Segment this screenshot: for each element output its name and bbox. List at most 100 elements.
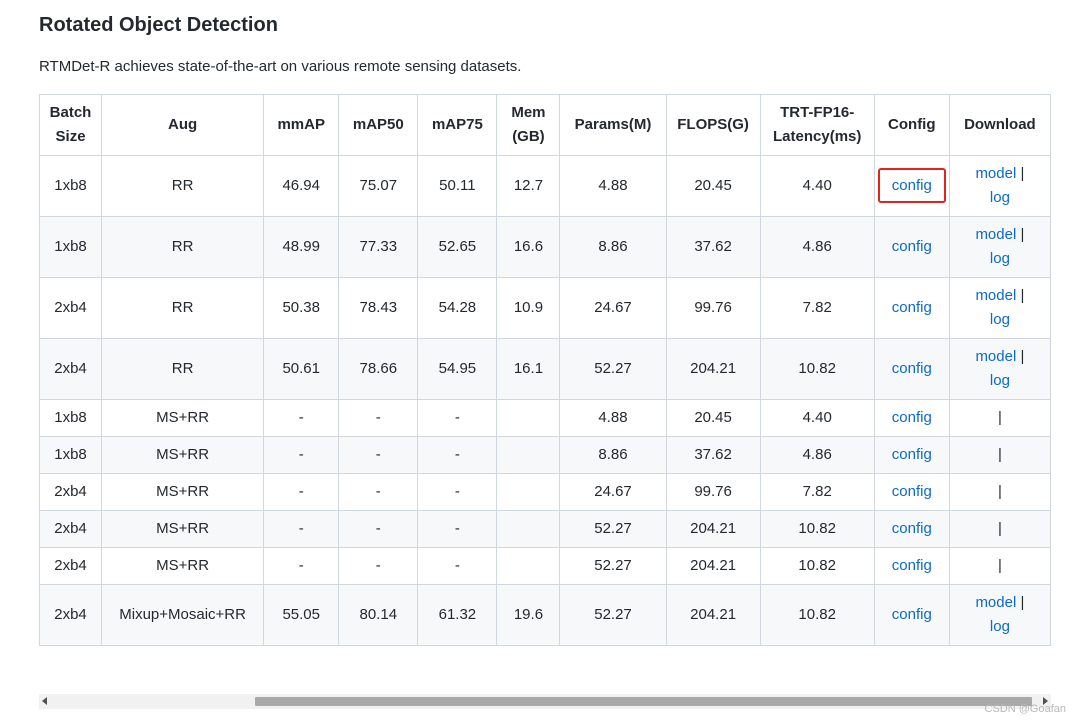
cell-download: |	[948, 510, 1051, 548]
header-aug: Aug	[101, 94, 265, 156]
cell-config: config	[873, 216, 950, 278]
header-params: Params(M)	[559, 94, 667, 156]
cell-map50: -	[338, 510, 419, 548]
cell-flops: 204.21	[665, 547, 761, 585]
cell-latency: 4.86	[759, 216, 875, 278]
download-separator: |	[1020, 226, 1025, 243]
cell-mem	[496, 510, 561, 548]
cell-mmap: -	[263, 547, 340, 585]
cell-aug: MS+RR	[101, 436, 265, 474]
download-separator: |	[997, 520, 1002, 537]
download-separator: |	[1020, 165, 1025, 182]
config-link[interactable]: config	[892, 483, 932, 500]
cell-download: model | log	[948, 277, 1051, 339]
cell-map50: 80.14	[338, 584, 419, 646]
log-link[interactable]: log	[990, 372, 1010, 389]
table-row: 1xb8 MS+RR - - -4.88 20.45 4.40 config |	[39, 399, 1051, 437]
cell-map50: -	[338, 436, 419, 474]
cell-flops: 204.21	[665, 338, 761, 400]
cell-map50: 77.33	[338, 216, 419, 278]
cell-batch: 2xb4	[39, 473, 103, 511]
cell-flops: 20.45	[665, 399, 761, 437]
cell-download: model | log	[948, 155, 1051, 217]
header-label: FLOPS(G)	[677, 116, 749, 133]
cell-mem	[496, 399, 561, 437]
cell-batch: 2xb4	[39, 510, 103, 548]
header-map50: mAP50	[338, 94, 419, 156]
cell-aug: MS+RR	[101, 510, 265, 548]
cell-mem	[496, 436, 561, 474]
cell-latency: 10.82	[759, 510, 875, 548]
config-link[interactable]: config	[892, 409, 932, 426]
config-link[interactable]: config	[892, 360, 932, 377]
cell-params: 52.27	[559, 338, 667, 400]
cell-map75: -	[417, 399, 498, 437]
cell-mmap: -	[263, 436, 340, 474]
cell-download: model | log	[948, 338, 1051, 400]
log-link[interactable]: log	[990, 189, 1010, 206]
header-mem: Mem (GB)	[496, 94, 561, 156]
model-link[interactable]: model	[975, 165, 1016, 182]
header-label: Download	[964, 116, 1036, 133]
config-link[interactable]: config	[892, 299, 932, 316]
cell-config: config	[873, 155, 950, 217]
config-link[interactable]: config	[892, 177, 932, 194]
cell-flops: 204.21	[665, 510, 761, 548]
log-link[interactable]: log	[990, 311, 1010, 328]
cell-flops: 204.21	[665, 584, 761, 646]
cell-map50: -	[338, 547, 419, 585]
table-row: 2xb4 Mixup+Mosaic+RR 55.05 80.14 61.32 19.6 52…	[39, 584, 1051, 646]
header-flops: FLOPS(G)	[665, 94, 761, 156]
cell-params: 4.88	[559, 155, 667, 217]
table-row: 2xb4 RR 50.38 78.43 54.28 10.9 24.67 99.76 7.82 c…	[39, 277, 1051, 339]
cell-map50: 75.07	[338, 155, 419, 217]
config-link[interactable]: config	[892, 520, 932, 537]
cell-aug: MS+RR	[101, 547, 265, 585]
cell-mem	[496, 473, 561, 511]
header-label: mmAP	[277, 116, 325, 133]
header-mmap: mmAP	[263, 94, 340, 156]
cell-config: config	[873, 473, 950, 511]
cell-batch: 1xb8	[39, 216, 103, 278]
model-link[interactable]: model	[975, 287, 1016, 304]
scrollbar-thumb[interactable]	[255, 697, 1032, 706]
cell-latency: 4.40	[759, 399, 875, 437]
model-link[interactable]: model	[975, 226, 1016, 243]
cell-mmap: 46.94	[263, 155, 340, 217]
header-label: TRT-FP16-	[780, 104, 855, 121]
cell-latency: 4.40	[759, 155, 875, 217]
cell-latency: 10.82	[759, 338, 875, 400]
scroll-left-arrow-icon[interactable]	[42, 697, 47, 705]
header-latency: TRT-FP16- Latency(ms)	[759, 94, 875, 156]
cell-map75: 54.95	[417, 338, 498, 400]
cell-aug: RR	[101, 338, 265, 400]
cell-map75: 54.28	[417, 277, 498, 339]
results-table-container[interactable]: Batch Size Aug mmAP mAP50 mAP75 Mem (GB) Params(…	[39, 94, 1051, 694]
cell-download: |	[948, 436, 1051, 474]
config-link[interactable]: config	[892, 557, 932, 574]
cell-download: |	[948, 547, 1051, 585]
cell-mmap: 50.61	[263, 338, 340, 400]
cell-batch: 2xb4	[39, 547, 103, 585]
log-link[interactable]: log	[990, 618, 1010, 635]
results-table: Batch Size Aug mmAP mAP50 mAP75 Mem (GB) Params(…	[39, 94, 1051, 646]
cell-batch: 2xb4	[39, 338, 103, 400]
download-separator: |	[1020, 594, 1025, 611]
model-link[interactable]: model	[975, 348, 1016, 365]
config-link[interactable]: config	[892, 238, 932, 255]
config-link[interactable]: config	[892, 606, 932, 623]
cell-map50: 78.66	[338, 338, 419, 400]
horizontal-scrollbar[interactable]	[39, 694, 1051, 709]
log-link[interactable]: log	[990, 250, 1010, 267]
header-row: Batch Size Aug mmAP mAP50 mAP75 Mem (GB) Params(…	[39, 94, 1051, 156]
cell-aug: MS+RR	[101, 473, 265, 511]
cell-map75: -	[417, 436, 498, 474]
config-link[interactable]: config	[892, 446, 932, 463]
header-label: Config	[888, 116, 936, 133]
cell-flops: 99.76	[665, 277, 761, 339]
header-config: Config	[873, 94, 950, 156]
table-body: 1xb8 RR 46.94 75.07 50.11 12.7 4.88 20.45 4.40 co…	[39, 155, 1051, 646]
model-link[interactable]: model	[975, 594, 1016, 611]
cell-config: config	[873, 338, 950, 400]
cell-mmap: -	[263, 399, 340, 437]
